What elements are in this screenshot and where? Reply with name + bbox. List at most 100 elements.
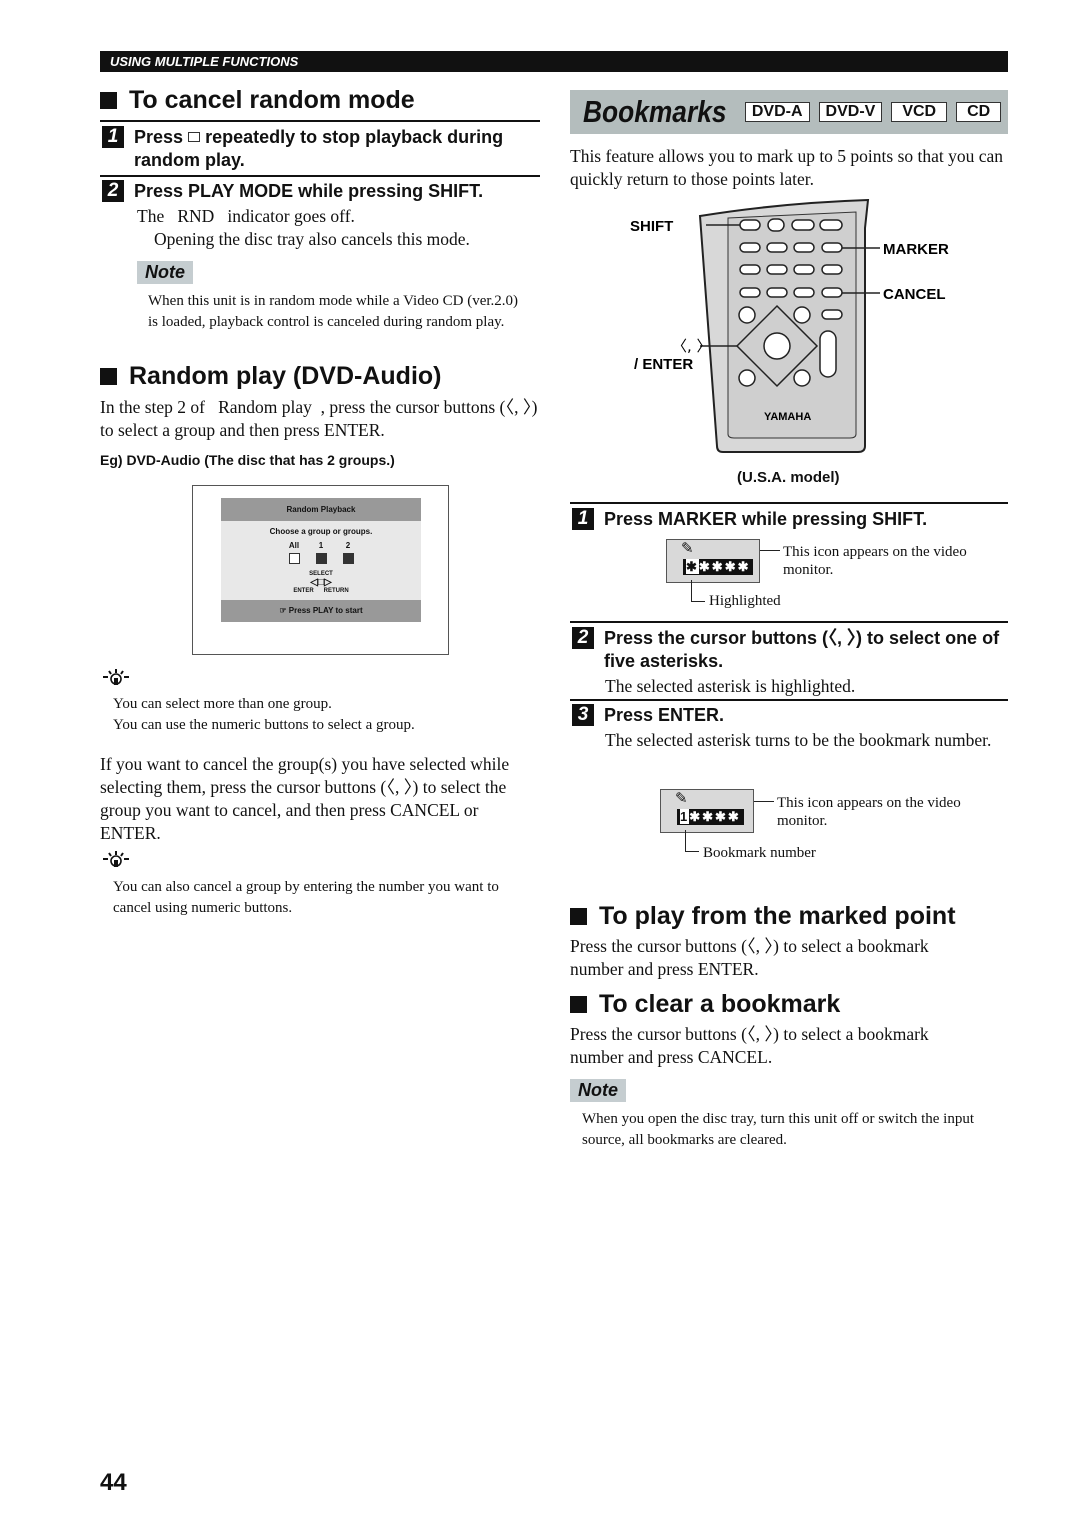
- random-playback-screen: Random Playback Choose a group or groups…: [192, 485, 449, 655]
- badge-cd: CD: [956, 102, 1002, 122]
- page-number: 44: [100, 1469, 127, 1496]
- bookmark-osd-highlighted: ✎ ✱✱✱✱✱: [666, 539, 760, 583]
- heading-cancel-random: To cancel random mode: [100, 86, 415, 115]
- screen-prompt: Choose a group or groups.: [269, 527, 373, 536]
- group-list: All 1 2: [221, 541, 421, 567]
- heading-play-marked: To play from the marked point: [570, 902, 956, 931]
- stop-icon: [188, 132, 201, 142]
- callout-marker: MARKER: [883, 241, 949, 258]
- divider: [570, 699, 1008, 701]
- tip-bulb-icon: [100, 667, 132, 692]
- model-label: (U.S.A. model): [737, 469, 840, 486]
- asterisks: ✱✱✱✱: [698, 559, 751, 574]
- tip-text: You can use the numeric buttons to selec…: [113, 717, 415, 733]
- step-text: Press ENTER.: [604, 705, 725, 725]
- bullet-square: [100, 368, 117, 385]
- bullet-square: [570, 996, 587, 1013]
- badge-dvd-a: DVD-A: [744, 102, 810, 122]
- callout-cancel: CANCEL: [883, 286, 946, 303]
- group-1[interactable]: 1: [315, 541, 327, 567]
- callout-enter: / ENTER: [634, 356, 693, 373]
- screen-footer: ☞ Press PLAY to start: [221, 600, 421, 622]
- step-text: Press repeatedly to stop playback during…: [134, 126, 540, 172]
- tip-text: You can also cancel a group by entering …: [113, 879, 499, 916]
- bullet-square: [100, 92, 117, 109]
- step-number: 2: [572, 627, 594, 649]
- footer-text: Press PLAY to start: [288, 606, 363, 615]
- callout-shift: SHIFT: [630, 218, 673, 235]
- group-label: All: [288, 541, 300, 550]
- cancel-group-text: If you want to cancel the group(s) you h…: [100, 754, 510, 843]
- step-number: 1: [572, 508, 594, 530]
- enter-label: ENTER: [293, 588, 314, 594]
- step-1: 1 Press repeatedly to stop playback duri…: [102, 126, 540, 172]
- pointing-hand-icon: ☞: [279, 606, 289, 615]
- callout-cursor: 〈, 〉: [672, 337, 712, 355]
- step-number: 1: [102, 126, 124, 148]
- tip-bulb-icon: [100, 849, 132, 874]
- group-all[interactable]: All: [288, 541, 300, 567]
- bookmark-number: 1: [680, 809, 690, 824]
- tip-text: You can select more than one group.: [113, 696, 332, 712]
- asterisks: ✱✱✱✱: [689, 809, 741, 824]
- remote-control-illustration: SHIFT MARKER CANCEL 〈, 〉 / ENTER YAMAHA: [630, 198, 949, 453]
- step-text: Press PLAY MODE while pressing SHIFT.: [134, 181, 484, 201]
- leader-line: [691, 580, 705, 602]
- badge-dvd-v: DVD-V: [818, 102, 883, 122]
- callout-text: This icon appears on the video monitor.: [777, 795, 961, 829]
- step-desc: The selected asterisk is highlighted.: [605, 676, 856, 696]
- heading-clear-bookmark: To clear a bookmark: [570, 990, 840, 1019]
- checkbox[interactable]: [288, 553, 300, 564]
- leader-line: [685, 830, 699, 852]
- heading-random-dvd-audio: Random play (DVD-Audio): [100, 362, 442, 391]
- note-label: Note: [570, 1079, 626, 1102]
- bookmark-pin-icon: ✎: [681, 541, 694, 557]
- yamaha-logo: YAMAHA: [764, 411, 811, 423]
- bullet-square: [570, 908, 587, 925]
- divider: [100, 175, 540, 177]
- callout-text: This icon appears on the video monitor.: [783, 544, 967, 578]
- step-text: Press MARKER while pressing SHIFT.: [604, 509, 928, 529]
- divider: [570, 621, 1008, 623]
- hint-row: ENTER RETURN: [221, 588, 421, 594]
- step-desc: The RND indicator goes off.: [137, 206, 355, 226]
- note-label: Note: [137, 261, 193, 284]
- asterisk-bar: ✱✱✱✱✱: [683, 559, 754, 575]
- step-text-pre: Press: [134, 127, 184, 147]
- leader-line: [760, 550, 780, 551]
- bookmarks-intro: This feature allows you to mark up to 5 …: [570, 146, 1004, 189]
- bookmark-step-3: 3 Press ENTER.: [572, 704, 724, 727]
- intro-text: In the step 2 of Random play , press the…: [100, 397, 542, 440]
- screen-inner: Random Playback Choose a group or groups…: [221, 498, 421, 622]
- group-2[interactable]: 2: [342, 541, 354, 567]
- bookmarks-title: Bookmarks: [583, 94, 727, 129]
- group-label: 2: [345, 541, 351, 550]
- checkbox[interactable]: [315, 553, 327, 564]
- step-number: 3: [572, 704, 594, 726]
- highlighted-label: Highlighted: [709, 593, 781, 609]
- play-marked-text: Press the cursor buttons (〈, 〉) to selec…: [570, 936, 929, 979]
- badge-vcd: VCD: [891, 102, 948, 122]
- bookmark-osd-number: ✎ 1✱✱✱✱: [660, 789, 754, 833]
- heading-text: To play from the marked point: [599, 902, 956, 930]
- checkbox[interactable]: [342, 553, 354, 564]
- return-label: RETURN: [323, 588, 349, 594]
- leader-line: [754, 801, 774, 802]
- bookmarks-title-bar: Bookmarks DVD-A DVD-V VCD CD: [570, 90, 1008, 134]
- group-label: 1: [318, 541, 324, 550]
- asterisk-bar: 1✱✱✱✱: [677, 809, 744, 825]
- step-2: 2 Press PLAY MODE while pressing SHIFT.: [102, 180, 540, 203]
- step-number: 2: [102, 180, 124, 202]
- note-text: When this unit is in random mode while a…: [148, 293, 519, 330]
- section-header: USING MULTIPLE FUNCTIONS: [100, 51, 1008, 72]
- cursor-pad-icon: ◁□▷: [310, 577, 332, 588]
- bookmark-pin-icon: ✎: [675, 791, 688, 807]
- screen-title: Random Playback: [221, 498, 421, 521]
- note-text: When you open the disc tray, turn this u…: [582, 1111, 975, 1148]
- bookmark-step-2: 2 Press the cursor buttons (〈, 〉) to sele…: [572, 627, 1008, 673]
- example-label: Eg) DVD-Audio (The disc that has 2 group…: [100, 452, 395, 468]
- heading-text: To clear a bookmark: [599, 990, 841, 1018]
- step-desc: Opening the disc tray also cancels this …: [154, 229, 470, 249]
- divider: [100, 120, 540, 122]
- step-text: Press the cursor buttons (〈, 〉) to selec…: [604, 628, 1000, 671]
